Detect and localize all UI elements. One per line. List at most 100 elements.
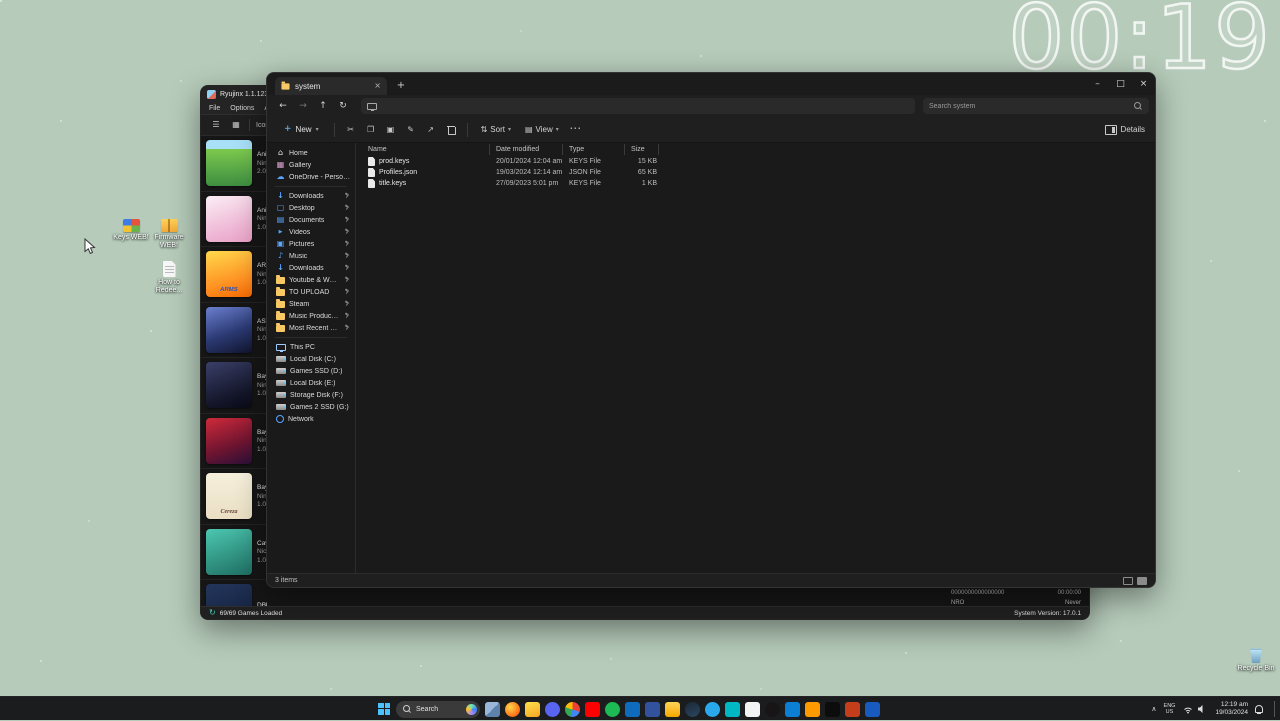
taskbar-icon-mail[interactable] xyxy=(645,701,660,717)
search-input[interactable] xyxy=(929,102,1130,110)
grid-view-icon[interactable] xyxy=(229,118,243,132)
address-bar[interactable] xyxy=(361,98,915,114)
taskbar-icon-discord[interactable] xyxy=(545,701,560,717)
sidebar-item-videos[interactable]: Videos xyxy=(267,226,355,238)
desktop-icon-howto[interactable]: How to Redee... xyxy=(146,261,192,295)
list-view-icon[interactable] xyxy=(209,118,223,132)
forward-button[interactable] xyxy=(293,98,313,114)
notification-bell-icon[interactable] xyxy=(1255,705,1263,714)
sidebar-item-disk-d[interactable]: Games SSD (D:) xyxy=(267,365,355,377)
menu-file[interactable]: File xyxy=(209,105,220,112)
sidebar-item-onedrive[interactable]: OneDrive - Personal xyxy=(267,171,355,183)
start-button[interactable] xyxy=(378,702,391,716)
explorer-command-bar: New Sort View Details xyxy=(267,117,1155,143)
tray-clock[interactable]: 12:19 am 19/03/2024 xyxy=(1215,701,1248,717)
up-button[interactable] xyxy=(313,98,333,114)
taskbar-icon-github[interactable] xyxy=(765,701,780,717)
taskbar-icon-terminal[interactable] xyxy=(825,701,840,717)
desktop-icon-firmware[interactable]: Firmware WEB! xyxy=(146,219,192,250)
sidebar-item-gallery[interactable]: Gallery xyxy=(267,159,355,171)
refresh-button[interactable] xyxy=(333,98,353,114)
sidebar-item-music[interactable]: Music xyxy=(267,250,355,262)
taskbar-icon-steam[interactable] xyxy=(685,701,700,717)
sidebar-item-pictures[interactable]: Pictures xyxy=(267,238,355,250)
taskbar-icon-bolt[interactable] xyxy=(525,701,540,717)
file-row[interactable]: Profiles.json 19/03/2024 12:14 am JSON F… xyxy=(356,167,1155,178)
new-tab-button[interactable] xyxy=(393,78,409,94)
tray-overflow-chevron-icon[interactable] xyxy=(1151,706,1156,713)
column-header-size[interactable]: Size xyxy=(625,144,659,155)
sidebar-item-desktop[interactable]: Desktop xyxy=(267,202,355,214)
sidebar-item-to-upload[interactable]: TO UPLOAD xyxy=(267,286,355,298)
drive-icon xyxy=(276,380,286,386)
recycle-bin-icon xyxy=(1250,648,1262,663)
column-header-type[interactable]: Type xyxy=(563,144,625,155)
sidebar-item-music-production[interactable]: Music Production xyxy=(267,310,355,322)
taskbar-icon-files[interactable] xyxy=(665,701,680,717)
refresh-games-icon[interactable] xyxy=(209,609,216,617)
sidebar-item-youtube-weebly[interactable]: Youtube & Weebly A xyxy=(267,274,355,286)
details-toggle-button[interactable]: Details xyxy=(1104,124,1145,135)
cut-button[interactable] xyxy=(343,122,359,138)
share-button[interactable] xyxy=(423,122,439,138)
sort-button[interactable]: Sort xyxy=(476,122,516,137)
back-button[interactable] xyxy=(273,98,293,114)
taskbar-icon-telegram[interactable] xyxy=(705,701,720,717)
column-header-date-modified[interactable]: Date modified xyxy=(490,144,563,155)
column-header-name[interactable]: Name xyxy=(356,144,490,155)
taskbar-icon-folder[interactable] xyxy=(805,701,820,717)
sidebar-item-documents[interactable]: Documents xyxy=(267,214,355,226)
large-view-toggle-icon[interactable] xyxy=(1137,576,1147,585)
view-button[interactable]: View xyxy=(520,122,564,137)
file-name: prod.keys xyxy=(379,158,410,165)
close-button[interactable] xyxy=(1132,73,1155,95)
network-volume-icons[interactable] xyxy=(1182,704,1208,714)
sidebar-item-disk-c[interactable]: Local Disk (C:) xyxy=(267,353,355,365)
taskbar-icon-youtube[interactable] xyxy=(585,701,600,717)
ryujinx-statusbar: 69/69 Games Loaded System Version: 17.0.… xyxy=(201,606,1089,619)
sidebar-item-steam[interactable]: Steam xyxy=(267,298,355,310)
paste-button[interactable] xyxy=(383,122,399,138)
rename-button[interactable] xyxy=(403,122,419,138)
desktop-icon-recycle-bin[interactable]: Recycle Bin xyxy=(1233,647,1279,673)
show-desktop-button[interactable] xyxy=(1274,701,1275,717)
pin-icon xyxy=(344,241,350,247)
taskbar-icon-paint[interactable] xyxy=(725,701,740,717)
new-button[interactable]: New xyxy=(277,122,326,137)
keys-icon xyxy=(122,219,140,232)
sidebar-item-disk-g[interactable]: Games 2 SSD (G:) xyxy=(267,401,355,413)
delete-button[interactable] xyxy=(443,122,459,138)
sidebar-item-downloads[interactable]: Downloads xyxy=(267,190,355,202)
taskbar-icon-outlook[interactable] xyxy=(625,701,640,717)
sidebar-item-this-pc[interactable]: This PC xyxy=(267,341,355,353)
explorer-tab[interactable]: system xyxy=(275,77,387,95)
tab-close-icon[interactable] xyxy=(374,82,381,90)
taskbar-icon-spotify[interactable] xyxy=(605,701,620,717)
sidebar-item-home[interactable]: Home xyxy=(267,147,355,159)
minimize-button[interactable] xyxy=(1086,73,1109,95)
taskbar-icon-vscode[interactable] xyxy=(785,701,800,717)
copy-button[interactable] xyxy=(363,122,379,138)
taskbar-icon-chrome[interactable] xyxy=(565,701,580,717)
taskbar-icon-notes[interactable] xyxy=(745,701,760,717)
menu-options[interactable]: Options xyxy=(230,105,254,112)
games-loaded-status: 69/69 Games Loaded xyxy=(219,609,283,617)
language-indicator[interactable]: ENG US xyxy=(1164,703,1176,715)
taskbar-icon-word[interactable] xyxy=(865,701,880,717)
file-row[interactable]: title.keys 27/09/2023 5:01 pm KEYS File … xyxy=(356,178,1155,189)
sidebar-item-downloads-2[interactable]: Downloads xyxy=(267,262,355,274)
taskbar-icon-powerpoint[interactable] xyxy=(845,701,860,717)
search-box[interactable] xyxy=(923,98,1149,114)
documents-icon xyxy=(276,216,285,224)
sidebar-item-network[interactable]: Network xyxy=(267,413,355,425)
taskbar-icon-task-view[interactable] xyxy=(485,701,500,717)
list-view-toggle-icon[interactable] xyxy=(1123,576,1133,585)
sidebar-item-most-recent[interactable]: Most Recent Campai xyxy=(267,322,355,334)
sidebar-item-disk-f[interactable]: Storage Disk (F:) xyxy=(267,389,355,401)
taskbar-icon-firefox[interactable] xyxy=(505,701,520,717)
taskbar-search[interactable]: Search xyxy=(396,700,480,718)
sidebar-item-disk-e[interactable]: Local Disk (E:) xyxy=(267,377,355,389)
file-row[interactable]: prod.keys 20/01/2024 12:04 am KEYS File … xyxy=(356,156,1155,167)
maximize-button[interactable] xyxy=(1109,73,1132,95)
more-options-button[interactable] xyxy=(568,122,584,138)
